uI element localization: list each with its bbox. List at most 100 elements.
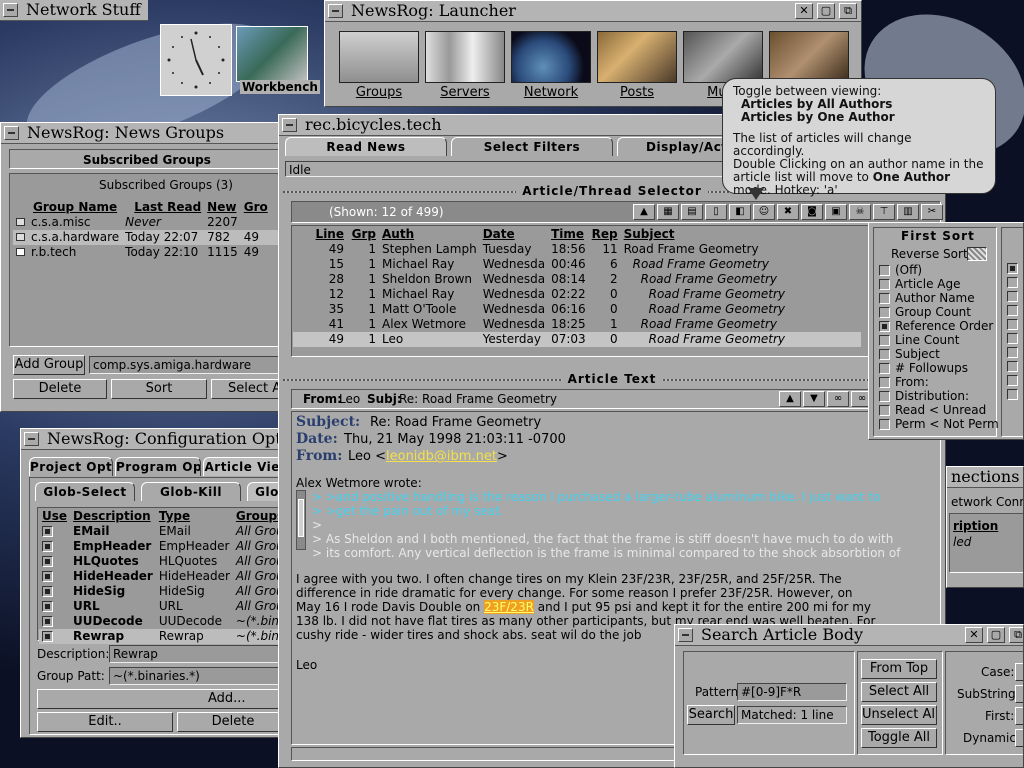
use-checkbox[interactable] [42,616,53,627]
triangle-up-icon[interactable]: ▲ [779,391,801,407]
group-name-input[interactable]: comp.sys.amiga.hardware [89,356,279,374]
table-row[interactable]: r.b.tech Today 22:10 1115 49 [13,245,281,260]
use-checkbox[interactable] [42,541,53,552]
column-header[interactable]: Date [480,227,548,242]
triangle-up-icon[interactable]: ▲ [633,204,655,220]
table-row[interactable]: c.s.a.misc Never 2207 [13,215,281,230]
delete-group-button[interactable]: Delete [13,379,107,399]
delete-button[interactable]: Delete [177,712,281,732]
use-checkbox[interactable] [42,601,53,612]
sort-option[interactable]: Distribution: [879,389,999,403]
first-cycle-button[interactable] [1015,707,1023,725]
description-input[interactable]: Rewrap [109,645,281,663]
column-header[interactable]: Time [548,227,589,242]
iconify-gadget[interactable]: ▢ [817,3,835,19]
table-row[interactable]: EMail EMail All Grou [39,524,281,539]
add-button[interactable]: Add... [37,689,281,709]
close-gadget[interactable] [282,118,297,132]
servers-launcher-icon[interactable] [425,31,505,83]
iconify-gadget[interactable]: ▢ [987,627,1005,643]
quote-scrollbar[interactable] [296,490,306,550]
triangle-down-icon[interactable]: ▼ [803,391,825,407]
from-top-button[interactable]: From Top [861,659,937,679]
groups-launcher-label[interactable]: Groups [339,85,419,100]
case-cycle-button[interactable] [1015,663,1023,681]
sort-option[interactable]: (Off) [879,263,999,277]
tab-glob-other[interactable]: Glo [247,482,281,501]
tab-glob-kill[interactable]: Glob-Kill [141,482,241,501]
sort-option[interactable]: Group Count [879,305,999,319]
use-checkbox[interactable] [42,631,53,642]
glasses-icon[interactable]: ∞ [827,391,849,407]
zoom-gadget[interactable]: ✕ [795,3,813,19]
table-row[interactable]: HLQuotes HLQuotes All Grou [39,554,281,569]
column-header[interactable]: Group Name [13,200,122,215]
use-checkbox[interactable] [42,556,53,567]
sort-option[interactable]: # Followups [879,361,999,375]
sort-option[interactable]: Perm < Not Perm [879,417,999,431]
book-icon[interactable]: ▯ [705,204,727,220]
use-checkbox[interactable] [42,526,53,537]
reverse-sort-checkbox[interactable] [967,247,987,261]
extra-launcher-icon[interactable] [769,31,849,83]
config-titlebar[interactable]: NewsRog: Configuration Options [21,429,281,450]
select-all-button[interactable]: Select All [861,682,937,702]
workbench-label[interactable]: Workbench [240,80,320,94]
sort-option[interactable]: Read < Unread [879,403,999,417]
close-gadget[interactable] [328,4,343,18]
author-toggle-icon[interactable]: ☺ [753,204,775,220]
table-row[interactable]: 28 1 Sheldon Brown Wednesda 08:14 2 Road Frame… [293,272,861,287]
groups-launcher-icon[interactable] [339,31,419,83]
close-gadget[interactable] [3,3,18,17]
network-stuff-titlebar[interactable]: Network Stuff [0,0,148,21]
column-header[interactable]: Grp [347,227,379,242]
sort-option[interactable]: Article Age [879,277,999,291]
newspaper-icon[interactable]: ▤ [681,204,703,220]
disk-icon[interactable]: ▣ [825,204,847,220]
tree-icon[interactable]: ⊤ [873,204,895,220]
posts-launcher-label[interactable]: Posts [597,85,677,100]
table-row[interactable]: RewrapRewrap~(*.binar [39,629,281,644]
network-launcher-label[interactable]: Network [511,85,591,100]
close-gadget[interactable] [678,628,693,642]
multi-launcher-icon[interactable] [683,31,763,83]
pattern-input[interactable]: #[0-9]F*R [737,683,847,701]
table-row[interactable]: HideSig HideSig All Grou [39,584,281,599]
table-row[interactable]: 49 1 Leo Yesterday 07:03 0 Road Frame Geometry [293,332,861,347]
column-header[interactable]: Auth [379,227,480,242]
depth-gadget[interactable]: ⧉ [1009,627,1023,643]
table-row[interactable]: URL URL All Grou [39,599,281,614]
use-checkbox[interactable] [42,571,53,582]
clock-icon[interactable] [160,24,232,96]
edit-button[interactable]: Edit.. [37,712,173,732]
table-row[interactable]: 35 1 Matt O'Toole Wednesda 06:16 0 Road Frame … [293,302,861,317]
column-header[interactable]: Rep [589,227,621,242]
network-launcher-icon[interactable] [511,31,591,83]
window-title[interactable]: nections [947,467,1023,488]
column-header[interactable]: Description [70,509,156,524]
dynamic-cycle-button[interactable] [1015,729,1023,747]
camera-icon[interactable]: ◙ [801,204,823,220]
kill-icon[interactable]: ✖ [777,204,799,220]
sort-option[interactable]: From: [879,375,999,389]
servers-launcher-label[interactable]: Servers [425,85,505,100]
table-row[interactable]: 15 1 Michael Ray Wednesda 00:46 6 Road Frame G… [293,257,861,272]
toggle-all-button[interactable]: Toggle All [861,728,937,748]
sort-option[interactable]: Subject [879,347,999,361]
search-titlebar[interactable]: Search Article Body ✕ ▢ ⧉ [675,625,1023,646]
workbench-icon[interactable] [236,26,308,82]
zoom-gadget[interactable]: ✕ [965,627,983,643]
posts-launcher-icon[interactable] [597,31,677,83]
table-row[interactable]: c.s.a.hardware Today 22:07 782 49 [13,230,281,245]
column-header[interactable]: Type [156,509,233,524]
second-sort-options[interactable] [1007,263,1021,433]
tab-glob-select[interactable]: Glob-Select [35,482,135,501]
tab-program-options[interactable]: Program Op [115,457,201,476]
sort-option[interactable]: Author Name [879,291,999,305]
substring-cycle-button[interactable] [1015,685,1023,703]
grid-icon[interactable]: ▦ [657,204,679,220]
table-row[interactable]: HideHeader HideHeader All Grou [39,569,281,584]
column-header[interactable]: Gro [241,200,281,215]
email-link[interactable]: leonidb@ibm.net [386,449,497,464]
select-all-groups-button[interactable]: Select A [211,379,281,399]
